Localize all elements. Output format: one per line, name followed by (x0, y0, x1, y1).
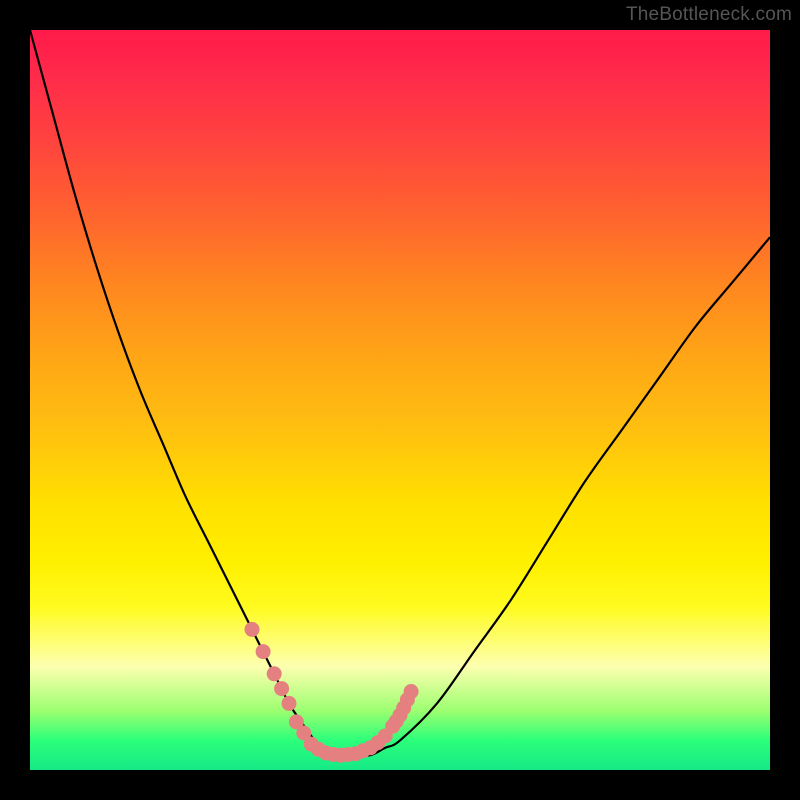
curve-layer (30, 30, 770, 770)
bottleneck-curve (30, 30, 770, 756)
chart-frame: TheBottleneck.com (0, 0, 800, 800)
trough-marker-dot (282, 696, 297, 711)
trough-marker-dot (245, 622, 260, 637)
trough-marker-dot (404, 684, 419, 699)
trough-marker-dot (267, 666, 282, 681)
trough-marker-dot (256, 644, 271, 659)
plot-area (30, 30, 770, 770)
trough-markers (245, 622, 419, 763)
attribution-text: TheBottleneck.com (626, 4, 792, 26)
trough-marker-dot (274, 681, 289, 696)
